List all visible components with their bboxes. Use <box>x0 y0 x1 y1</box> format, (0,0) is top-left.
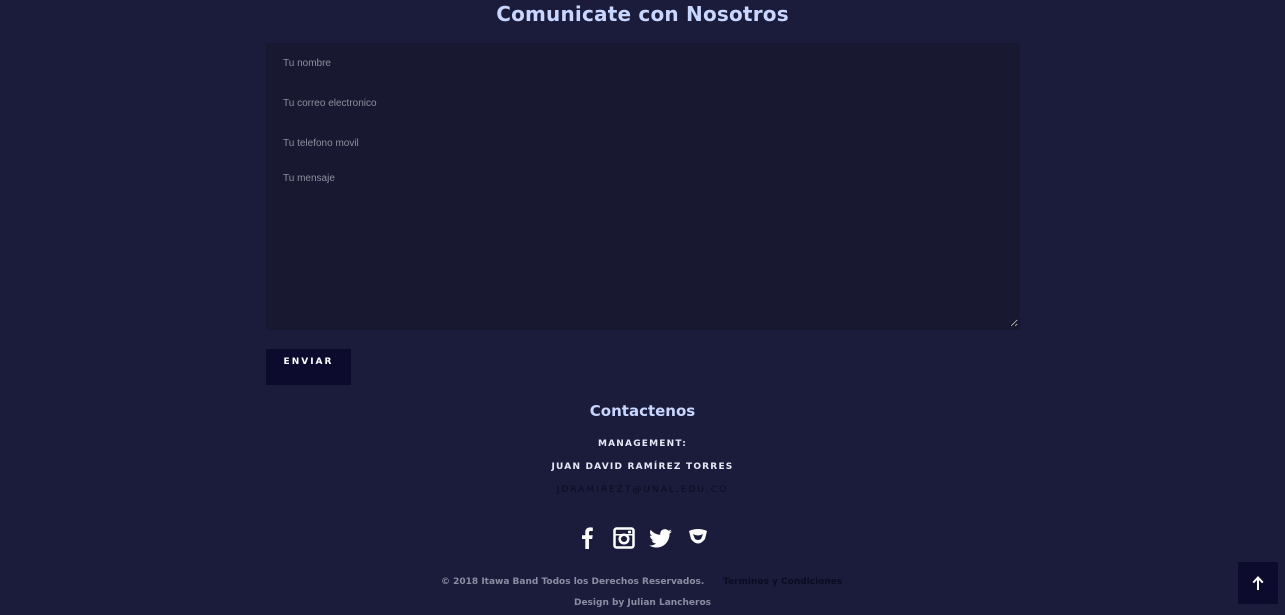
message-textarea[interactable] <box>283 173 1018 327</box>
send-button[interactable]: ENVIAR <box>266 349 351 385</box>
name-input[interactable] <box>283 53 1003 73</box>
terms-link[interactable]: Terminos y Condiciones <box>723 577 842 587</box>
contact-title: Contactenos <box>589 402 696 420</box>
social-links <box>574 526 714 550</box>
phone-input[interactable] <box>283 133 1003 153</box>
email-input[interactable] <box>283 93 1003 113</box>
contact-page: Comunicate con Nosotros ENVIAR Contacten… <box>0 0 1285 615</box>
manager-email[interactable]: JDRAMIREZT@UNAL.EDU.CO <box>0 485 1285 495</box>
scroll-to-top-button[interactable] <box>1238 562 1278 604</box>
twitter-icon[interactable] <box>648 526 673 550</box>
design-credit: Design by Julian Lancheros <box>573 598 712 608</box>
copyright-text: © 2018 Itawa Band Todos los Derechos Res… <box>441 577 705 587</box>
itawa-logo-icon[interactable] <box>685 526 710 550</box>
instagram-icon[interactable] <box>611 526 636 550</box>
facebook-icon[interactable] <box>574 526 599 550</box>
page-title: Comunicate con Nosotros <box>496 2 789 26</box>
arrow-up-icon <box>1252 576 1264 590</box>
manager-name: JUAN DAVID RAMÍREZ TORRES <box>551 462 734 472</box>
contact-form <box>266 43 1020 330</box>
management-label: MANAGEMENT: <box>597 439 688 449</box>
